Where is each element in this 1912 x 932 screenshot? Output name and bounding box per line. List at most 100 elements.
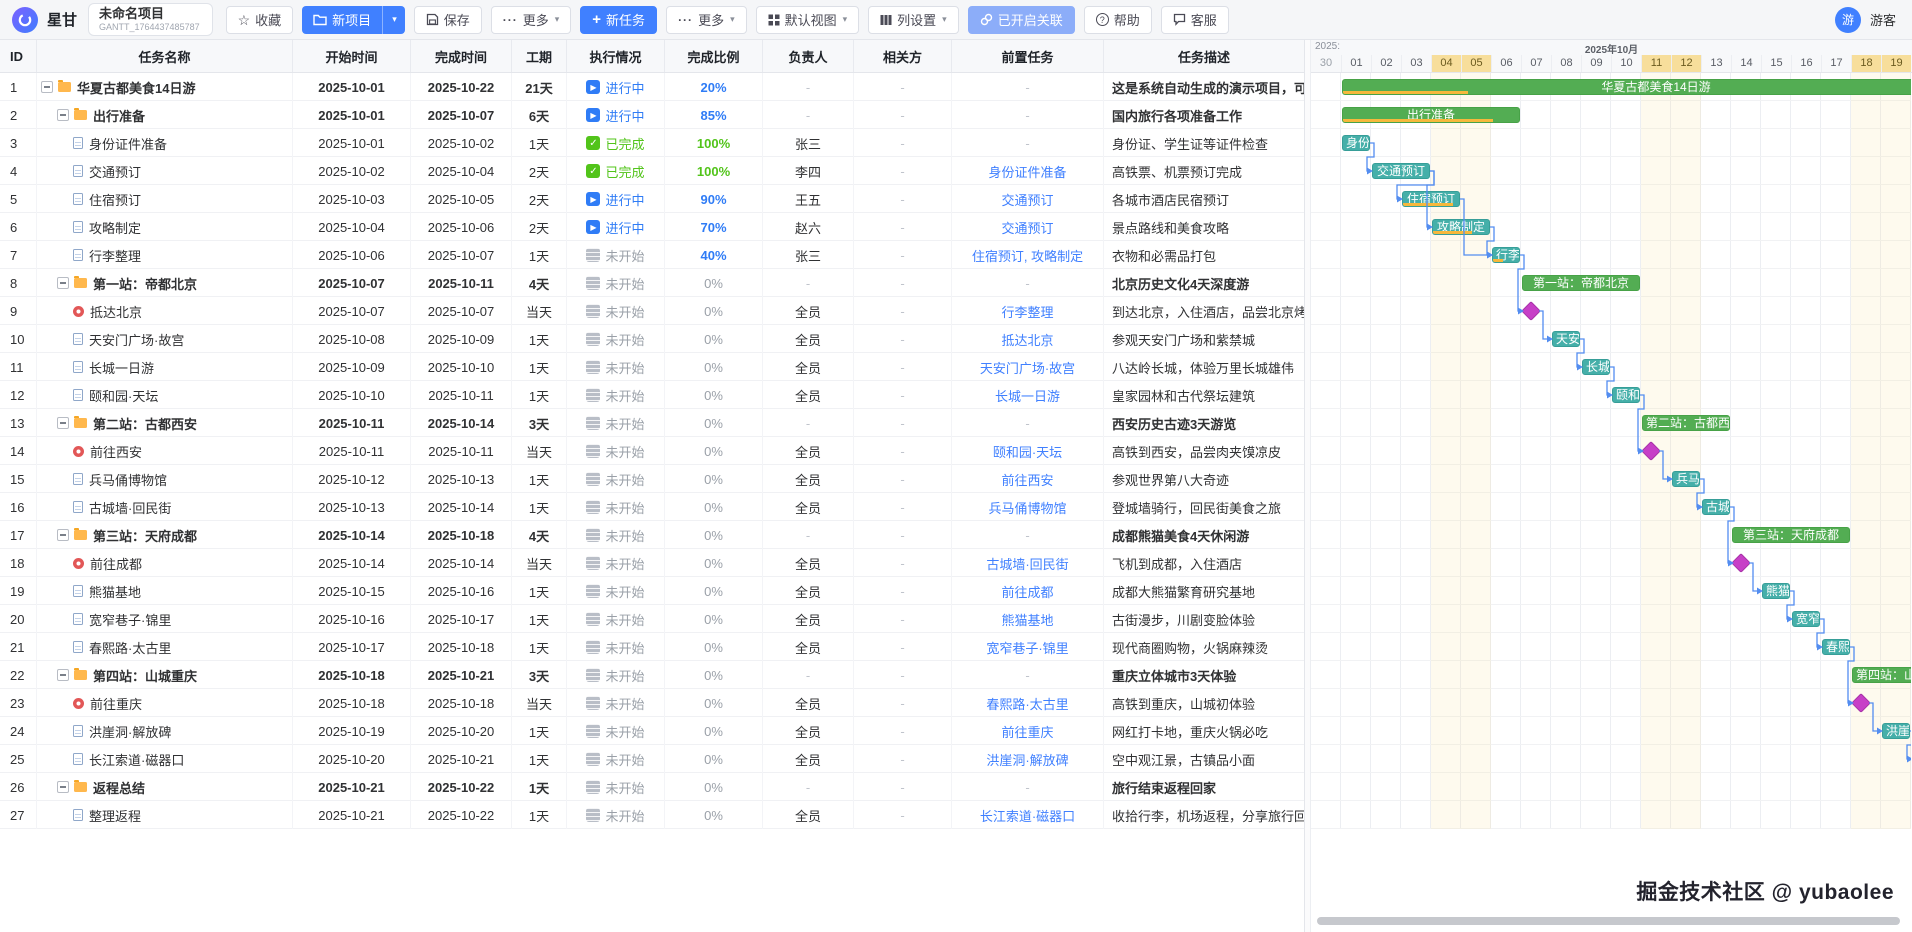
table-row[interactable]: 20宽窄巷子·锦里2025-10-162025-10-171天未开始0%全员-熊… (0, 605, 1304, 633)
more-button-2[interactable]: ··· 更多 ▾ (666, 6, 747, 34)
gantt-bar-task[interactable]: 行李.. (1492, 247, 1520, 263)
predecessor-cell[interactable]: 熊猫基地 (952, 605, 1104, 633)
table-row[interactable]: 14前往西安2025-10-112025-10-11当天未开始0%全员-颐和园·… (0, 437, 1304, 465)
gantt-milestone[interactable] (1851, 693, 1871, 713)
project-info[interactable]: 未命名项目 GANTT_1764437485787 (88, 3, 213, 36)
table-row[interactable]: 24洪崖洞·解放碑2025-10-192025-10-201天未开始0%全员-前… (0, 717, 1304, 745)
table-row[interactable]: 13第二站：古都西安2025-10-112025-10-143天未开始0%---… (0, 409, 1304, 437)
support-button[interactable]: 客服 (1161, 6, 1229, 34)
predecessor-cell[interactable]: 颐和园·天坛 (952, 437, 1104, 465)
table-row[interactable]: 11长城一日游2025-10-092025-10-101天未开始0%全员-天安门… (0, 353, 1304, 381)
favorite-button[interactable]: ☆ 收藏 (226, 6, 294, 34)
collapse-toggle[interactable] (57, 781, 69, 793)
predecessor-cell[interactable]: 前往重庆 (952, 717, 1104, 745)
gantt-bar-parent[interactable]: 第四站：山城重庆 (1852, 667, 1911, 683)
predecessor-cell[interactable]: 前往成都 (952, 577, 1104, 605)
status-todo-icon (586, 556, 600, 570)
predecessor-cell[interactable]: 洪崖洞·解放碑 (952, 745, 1104, 773)
collapse-toggle[interactable] (57, 277, 69, 289)
gantt-bar-task[interactable]: 宽窄.. (1792, 611, 1820, 627)
new-task-button[interactable]: + 新任务 (580, 6, 657, 34)
table-row[interactable]: 15兵马俑博物馆2025-10-122025-10-131天未开始0%全员-前往… (0, 465, 1304, 493)
gantt-bar-task[interactable]: 长城.. (1582, 359, 1610, 375)
gantt-milestone[interactable] (1521, 301, 1541, 321)
horizontal-scrollbar-thumb[interactable] (1317, 917, 1900, 925)
status-label: 未开始 (605, 386, 644, 405)
table-row[interactable]: 17第三站：天府成都2025-10-142025-10-184天未开始0%---… (0, 521, 1304, 549)
new-project-dropdown[interactable]: ▾ (382, 6, 405, 34)
chat-icon (1173, 13, 1186, 26)
gantt-bar-task[interactable]: 身份.. (1342, 135, 1370, 151)
table-row[interactable]: 25长江索道·磁器口2025-10-202025-10-211天未开始0%全员-… (0, 745, 1304, 773)
table-row[interactable]: 9抵达北京2025-10-072025-10-07当天未开始0%全员-行李整理到… (0, 297, 1304, 325)
predecessor-cell[interactable]: 天安门广场·故宫 (952, 353, 1104, 381)
gantt-bar-task[interactable]: 春熙.. (1822, 639, 1850, 655)
gantt-milestone[interactable] (1641, 441, 1661, 461)
tree-indent (37, 339, 73, 340)
predecessor-cell[interactable]: 兵马俑博物馆 (952, 493, 1104, 521)
table-row[interactable]: 27整理返程2025-10-212025-10-221天未开始0%全员-长江索道… (0, 801, 1304, 829)
predecessor-cell[interactable]: 宽窄巷子·锦里 (952, 633, 1104, 661)
gantt-bar-task[interactable]: 交通预订 (1372, 163, 1430, 179)
predecessor-cell[interactable]: 长江索道·磁器口 (952, 801, 1104, 829)
predecessor-cell[interactable]: 长城一日游 (952, 381, 1104, 409)
gantt-bar-task[interactable]: 住宿预订 (1402, 191, 1460, 207)
table-row[interactable]: 4交通预订2025-10-022025-10-042天✓已完成100%李四-身份… (0, 157, 1304, 185)
link-icon (980, 13, 993, 26)
gantt-bar-task[interactable]: 攻略制定 (1432, 219, 1490, 235)
gantt-bar-parent[interactable]: 出行准备 (1342, 107, 1520, 123)
table-row[interactable]: 5住宿预订2025-10-032025-10-052天▶进行中90%王五-交通预… (0, 185, 1304, 213)
table-row[interactable]: 21春熙路·太古里2025-10-172025-10-181天未开始0%全员-宽… (0, 633, 1304, 661)
table-row[interactable]: 3身份证件准备2025-10-012025-10-021天✓已完成100%张三-… (0, 129, 1304, 157)
column-settings-button[interactable]: 列设置 ▾ (868, 6, 959, 34)
default-view-button[interactable]: 默认视图 ▾ (756, 6, 860, 34)
predecessor-cell[interactable]: 身份证件准备 (952, 157, 1104, 185)
more-button-1[interactable]: ··· 更多 ▾ (491, 6, 572, 34)
table-row[interactable]: 7行李整理2025-10-062025-10-071天未开始40%张三-住宿预订… (0, 241, 1304, 269)
table-row[interactable]: 8第一站：帝都北京2025-10-072025-10-114天未开始0%---北… (0, 269, 1304, 297)
collapse-toggle[interactable] (57, 669, 69, 681)
predecessor-cell[interactable]: 春熙路·太古里 (952, 689, 1104, 717)
gantt-bar-task[interactable]: 天安.. (1552, 331, 1580, 347)
stakeholder-cell: - (854, 773, 952, 801)
table-row[interactable]: 16古城墙·回民街2025-10-132025-10-141天未开始0%全员-兵… (0, 493, 1304, 521)
table-row[interactable]: 18前往成都2025-10-142025-10-14当天未开始0%全员-古城墙·… (0, 549, 1304, 577)
collapse-toggle[interactable] (57, 417, 69, 429)
link-toggle-button[interactable]: 已开启关联 (968, 6, 1075, 34)
gantt-bar-parent[interactable]: 第三站：天府成都 (1732, 527, 1850, 543)
help-button[interactable]: ? 帮助 (1084, 6, 1152, 34)
collapse-toggle[interactable] (41, 81, 53, 93)
table-row[interactable]: 23前往重庆2025-10-182025-10-18当天未开始0%全员-春熙路·… (0, 689, 1304, 717)
table-row[interactable]: 2出行准备2025-10-012025-10-076天▶进行中85%---国内旅… (0, 101, 1304, 129)
avatar[interactable]: 游 (1835, 7, 1861, 33)
gantt-milestone[interactable] (1731, 553, 1751, 573)
table-row[interactable]: 19熊猫基地2025-10-152025-10-161天未开始0%全员-前往成都… (0, 577, 1304, 605)
gantt-bar-task[interactable]: 颐和.. (1612, 387, 1640, 403)
columns-icon (880, 14, 892, 26)
task-name-cell: 交通预订 (37, 157, 293, 185)
table-row[interactable]: 1华夏古都美食14日游2025-10-012025-10-2221天▶进行中20… (0, 73, 1304, 101)
table-row[interactable]: 26返程总结2025-10-212025-10-221天未开始0%---旅行结束… (0, 773, 1304, 801)
predecessor-cell[interactable]: 前往西安 (952, 465, 1104, 493)
new-project-button[interactable]: 新项目 ▾ (302, 6, 405, 34)
predecessor-cell[interactable]: 住宿预订, 攻略制定 (952, 241, 1104, 269)
table-row[interactable]: 12颐和园·天坛2025-10-102025-10-111天未开始0%全员-长城… (0, 381, 1304, 409)
table-row[interactable]: 22第四站：山城重庆2025-10-182025-10-213天未开始0%---… (0, 661, 1304, 689)
gantt-bar-parent[interactable]: 华夏古都美食14日游 (1342, 79, 1911, 95)
collapse-toggle[interactable] (57, 529, 69, 541)
predecessor-cell[interactable]: 交通预订 (952, 213, 1104, 241)
gantt-bar-task[interactable]: 古城.. (1702, 499, 1730, 515)
gantt-bar-parent[interactable]: 第二站：古都西安 (1642, 415, 1730, 431)
predecessor-cell[interactable]: 行李整理 (952, 297, 1104, 325)
predecessor-cell[interactable]: 古城墙·回民街 (952, 549, 1104, 577)
save-button[interactable]: 保存 (414, 6, 482, 34)
predecessor-cell[interactable]: 交通预订 (952, 185, 1104, 213)
table-row[interactable]: 6攻略制定2025-10-042025-10-062天▶进行中70%赵六-交通预… (0, 213, 1304, 241)
predecessor-cell[interactable]: 抵达北京 (952, 325, 1104, 353)
collapse-toggle[interactable] (57, 109, 69, 121)
gantt-bar-task[interactable]: 洪崖.. (1882, 723, 1910, 739)
table-row[interactable]: 10天安门广场·故宫2025-10-082025-10-091天未开始0%全员-… (0, 325, 1304, 353)
gantt-bar-parent[interactable]: 第一站：帝都北京 (1522, 275, 1640, 291)
gantt-bar-task[interactable]: 熊猫.. (1762, 583, 1790, 599)
gantt-bar-task[interactable]: 兵马.. (1672, 471, 1700, 487)
